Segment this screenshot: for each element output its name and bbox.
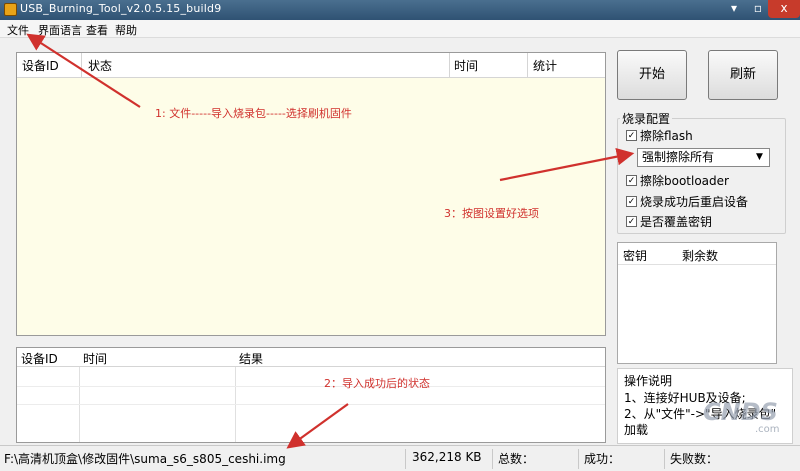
arrow-to-config [499, 147, 635, 182]
annotation-step1: 1: 文件-----导入烧录包-----选择刷机固件 [155, 107, 352, 120]
watermark-logo: CNDS .com [703, 398, 795, 444]
watermark-text: CNDS [703, 398, 778, 426]
annotation-step2: 2：导入成功后的状态 [324, 377, 430, 390]
annotation-arrows [26, 33, 635, 449]
watermark-suffix: .com [755, 424, 780, 435]
arrow-to-file-menu [26, 33, 141, 108]
arrow-to-status [286, 403, 349, 449]
annotation-step3: 3：按图设置好选项 [444, 207, 539, 220]
